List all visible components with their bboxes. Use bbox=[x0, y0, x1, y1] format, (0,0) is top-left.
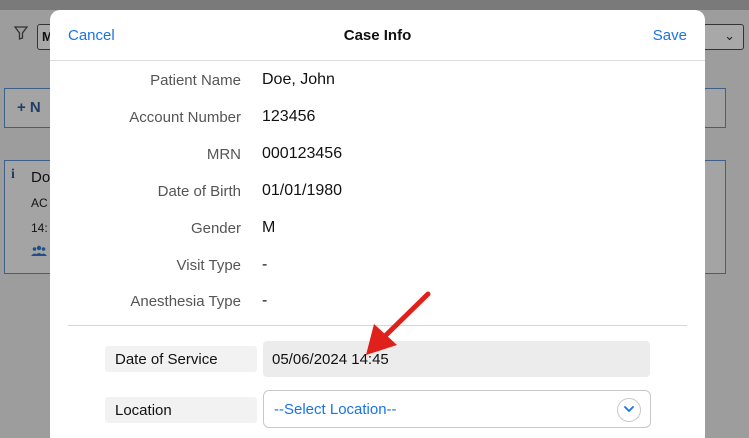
info-row-patient-name: Patient Name Doe, John bbox=[50, 70, 705, 94]
info-value: - bbox=[262, 256, 268, 273]
info-row-date-of-birth: Date of Birth 01/01/1980 bbox=[50, 181, 705, 205]
section-divider bbox=[68, 325, 687, 326]
background-card-line3: 14: bbox=[31, 221, 48, 235]
modal-title: Case Info bbox=[343, 27, 412, 44]
location-label-box: Location bbox=[105, 397, 257, 423]
info-row-anesthesia-type: Anesthesia Type - bbox=[50, 291, 705, 315]
info-row-mrn: MRN 000123456 bbox=[50, 144, 705, 168]
background-card-line2: AC bbox=[31, 196, 48, 210]
info-label: Gender bbox=[190, 220, 241, 237]
case-info-modal: Cancel Case Info Save Patient Name Doe, … bbox=[50, 10, 705, 438]
info-icon: i bbox=[11, 167, 15, 182]
info-value: 01/01/1980 bbox=[262, 182, 343, 199]
info-label: Account Number bbox=[129, 109, 241, 126]
info-label: Patient Name bbox=[150, 72, 241, 89]
info-label: Date of Birth bbox=[157, 183, 241, 200]
filter-icon bbox=[13, 26, 29, 45]
location-select[interactable]: --Select Location-- bbox=[263, 390, 651, 428]
info-label: Anesthesia Type bbox=[130, 293, 241, 310]
save-button[interactable]: Save bbox=[653, 27, 687, 44]
background-new-case-text: + N bbox=[17, 99, 41, 116]
date-of-service-field[interactable]: 05/06/2024 14:45 bbox=[263, 341, 650, 377]
group-icon bbox=[31, 245, 47, 260]
info-label: Visit Type bbox=[176, 257, 241, 274]
info-value: Doe, John bbox=[262, 71, 335, 88]
chevron-down-icon: ⌄ bbox=[724, 28, 735, 43]
info-label: MRN bbox=[206, 146, 241, 163]
modal-header: Cancel Case Info Save bbox=[50, 10, 705, 61]
info-row-account-number: Account Number 123456 bbox=[50, 107, 705, 131]
info-row-gender: Gender M bbox=[50, 218, 705, 242]
info-value: 123456 bbox=[262, 108, 316, 125]
date-of-service-label-box: Date of Service bbox=[105, 346, 257, 372]
info-row-visit-type: Visit Type - bbox=[50, 255, 705, 279]
chevron-down-icon[interactable] bbox=[617, 398, 641, 422]
info-value: M bbox=[262, 219, 276, 236]
background-top-bar bbox=[0, 0, 749, 10]
date-of-service-label: Date of Service bbox=[115, 351, 218, 368]
info-value: - bbox=[262, 292, 268, 309]
background-card-name: Do bbox=[31, 169, 51, 186]
info-value: 000123456 bbox=[262, 145, 343, 162]
location-select-placeholder: --Select Location-- bbox=[274, 401, 397, 418]
date-of-service-value: 05/06/2024 14:45 bbox=[272, 351, 389, 368]
location-label: Location bbox=[115, 402, 172, 419]
